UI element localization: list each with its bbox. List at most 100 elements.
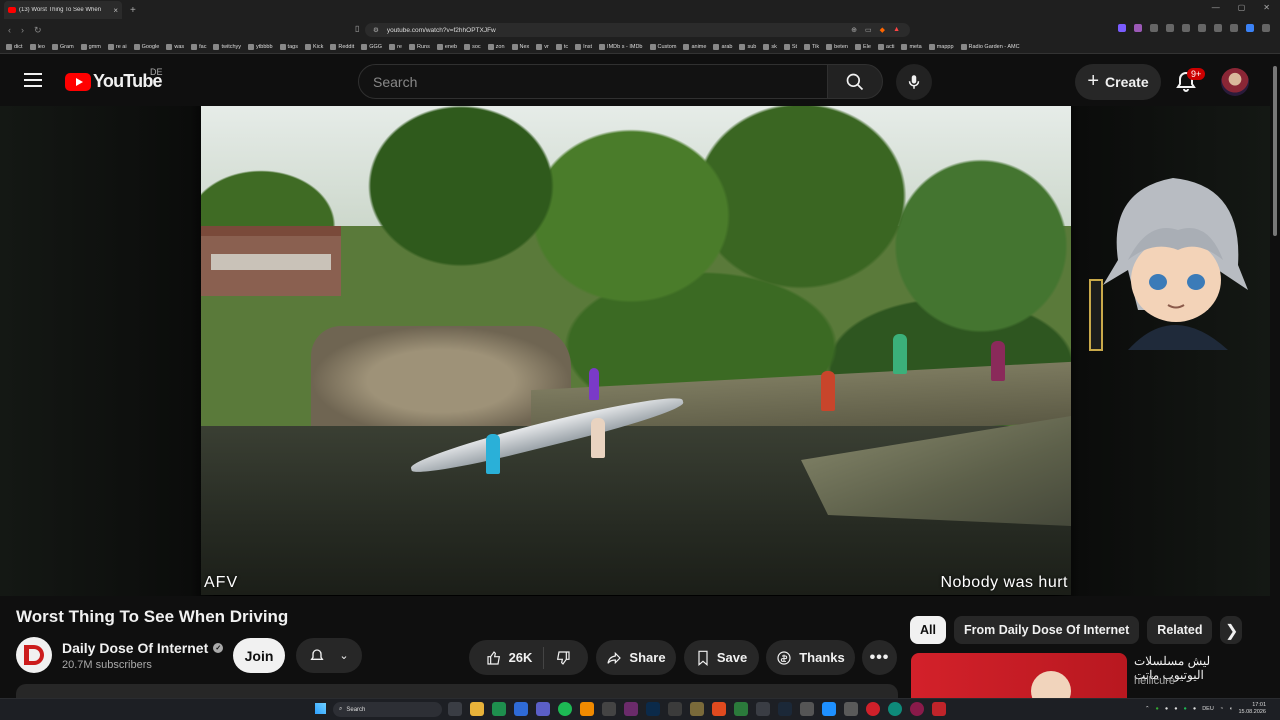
taskbar-app-icon[interactable] (536, 702, 550, 716)
bookmark-item[interactable]: acti (877, 43, 894, 50)
channel-avatar[interactable] (16, 637, 52, 673)
menu-icon[interactable] (1262, 24, 1270, 32)
taskbar-app-icon[interactable] (668, 702, 682, 716)
bookmark-item[interactable]: soc (464, 43, 481, 50)
thanks-button[interactable]: Thanks (766, 640, 855, 675)
taskbar-app-icon[interactable] (734, 702, 748, 716)
tray-icon[interactable]: ● (1165, 706, 1168, 712)
hamburger-menu-icon[interactable] (24, 73, 42, 89)
opera-icon[interactable] (866, 702, 880, 716)
scrollbar-thumb[interactable] (1273, 66, 1277, 236)
voice-search-button[interactable] (896, 64, 932, 100)
chevron-right-icon[interactable]: ❯ (1225, 621, 1238, 641)
bookmark-item[interactable]: ytbbbb (248, 43, 273, 50)
taskbar-app-icon[interactable] (800, 702, 814, 716)
bookmark-item[interactable]: mappp (928, 43, 954, 50)
search-input[interactable] (359, 65, 827, 98)
taskbar-app-icon[interactable] (624, 702, 638, 716)
extension-icon[interactable] (1182, 24, 1190, 32)
extension-icon[interactable] (1230, 24, 1238, 32)
bookmark-item[interactable]: beten (826, 43, 848, 50)
taskbar-app-icon[interactable] (514, 702, 528, 716)
bookmark-item[interactable]: fac (191, 43, 206, 50)
extension-icon[interactable] (1246, 24, 1254, 32)
extension-icon[interactable] (1198, 24, 1206, 32)
bookmark-item[interactable]: zon (487, 43, 505, 50)
bookmark-item[interactable]: anime (683, 43, 706, 50)
bookmark-item[interactable]: Runs (408, 43, 430, 50)
taskbar-app-icon[interactable] (910, 702, 924, 716)
site-info-icon[interactable]: ⚙ (373, 26, 379, 34)
brave-shield-icon[interactable]: ◆ (880, 26, 885, 34)
tray-icon[interactable]: ● (1174, 706, 1177, 712)
more-actions-button[interactable]: ••• (862, 640, 897, 675)
steam-icon[interactable] (778, 702, 792, 716)
bookmark-item[interactable]: Kick (304, 43, 323, 50)
address-bar[interactable]: ⚙ youtube.com/watch?v=f2hhOPTXJFw ⊕ ▭ ◆ … (365, 23, 910, 37)
extension-icon[interactable] (1166, 24, 1174, 32)
chip-from-channel[interactable]: From Daily Dose Of Internet (953, 616, 1140, 644)
bookmark-item[interactable]: sub (739, 43, 756, 50)
taskbar-clock[interactable]: 17:01 15.08.2026 (1238, 702, 1266, 716)
bookmark-page-icon[interactable]: ▯ (355, 24, 359, 33)
maximize-icon[interactable]: ▢ (1238, 3, 1246, 12)
vlc-icon[interactable] (580, 702, 594, 716)
extension-icon[interactable] (1150, 24, 1158, 32)
rewards-icon[interactable]: ▲ (893, 26, 900, 34)
tray-icon[interactable]: ● (1156, 706, 1159, 712)
video-player[interactable]: AFV Nobody was hurt (201, 106, 1071, 595)
bookmark-item[interactable]: gmm (80, 43, 101, 50)
like-count[interactable]: 26K (509, 650, 533, 665)
account-avatar[interactable] (1221, 68, 1249, 96)
bookmark-item[interactable]: sk (763, 43, 777, 50)
bookmark-item[interactable]: re ai (107, 43, 127, 50)
tray-icon[interactable]: ⌃ (1145, 706, 1150, 712)
reload-icon[interactable]: ↻ (34, 25, 42, 36)
bookmark-item[interactable]: Custom (649, 43, 676, 50)
subscription-notification-button[interactable]: ⌄ (296, 638, 362, 673)
new-tab-icon[interactable]: + (130, 5, 136, 16)
taskbar-app-icon[interactable] (756, 702, 770, 716)
bookmark-item[interactable]: Reddit (330, 43, 354, 50)
bookmark-item[interactable]: tc (555, 43, 568, 50)
extension-icon[interactable] (1134, 24, 1142, 32)
bookmark-item[interactable]: was (166, 43, 184, 50)
bookmark-item[interactable]: vr (536, 43, 549, 50)
bookmark-item[interactable]: arab (713, 43, 732, 50)
taskbar-app-icon[interactable] (888, 702, 902, 716)
create-button[interactable]: + Create (1075, 64, 1161, 100)
bookmark-item[interactable]: re (389, 43, 402, 50)
cast-icon[interactable]: ▭ (865, 26, 872, 34)
photoshop-icon[interactable] (646, 702, 660, 716)
recommended-video-channel[interactable]: hellicure (1134, 675, 1175, 687)
wifi-icon[interactable]: ◔ (1220, 706, 1223, 712)
volume-icon[interactable]: ◖ (1229, 706, 1232, 712)
bookmark-item[interactable]: meta (901, 43, 922, 50)
bookmark-item[interactable]: eneb (436, 43, 457, 50)
recommended-video-thumbnail[interactable] (911, 653, 1127, 698)
tray-icon[interactable]: ● (1193, 706, 1196, 712)
bookmark-item[interactable]: tags (279, 43, 298, 50)
bookmark-item[interactable]: Tik (804, 43, 819, 50)
bookmark-item[interactable]: leo (29, 43, 45, 50)
chip-related[interactable]: Related (1147, 616, 1213, 644)
taskbar-app-icon[interactable] (690, 702, 704, 716)
search-button[interactable] (827, 64, 883, 99)
bookmark-item[interactable]: Radio Garden - AMC (960, 43, 1020, 50)
bookmark-item[interactable]: GGG (361, 43, 382, 50)
bookmark-item[interactable]: dict (6, 43, 23, 50)
spotify-icon[interactable] (558, 702, 572, 716)
folder-icon[interactable] (470, 702, 484, 716)
taskbar-app-icon[interactable] (822, 702, 836, 716)
language-indicator[interactable]: DEU (1202, 706, 1214, 712)
channel-name[interactable]: Daily Dose Of Internet ✓ (62, 640, 224, 656)
like-icon[interactable] (486, 650, 502, 666)
taskbar-app-icon[interactable] (844, 702, 858, 716)
chip-all[interactable]: All (910, 616, 946, 644)
taskbar-app-icon[interactable] (492, 702, 506, 716)
youtube-logo[interactable]: YouTube DE (65, 67, 163, 92)
bookmark-item[interactable]: Inst (575, 43, 592, 50)
taskbar-app-icon[interactable] (932, 702, 946, 716)
forward-icon[interactable]: › (21, 25, 24, 36)
share-button[interactable]: Share (596, 640, 676, 675)
